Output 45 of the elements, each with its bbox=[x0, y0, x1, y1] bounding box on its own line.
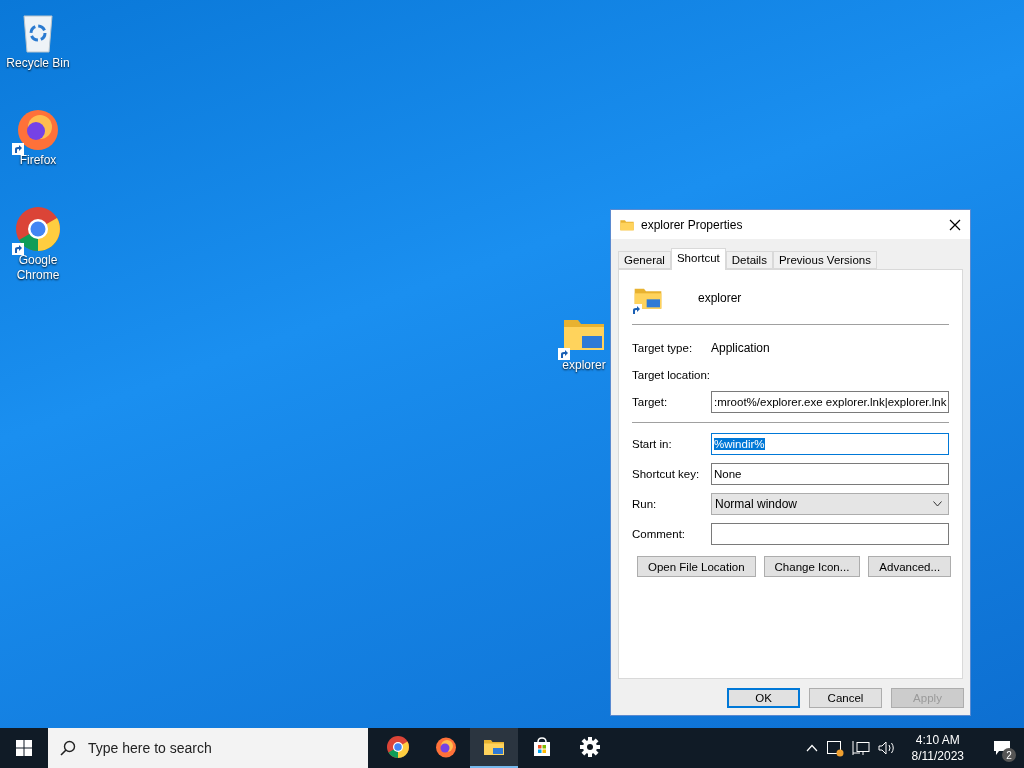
shortcut-arrow-icon bbox=[630, 304, 642, 316]
search-icon bbox=[60, 740, 76, 756]
field-label: Target type: bbox=[632, 342, 694, 354]
network-icon[interactable] bbox=[851, 740, 870, 756]
search-input[interactable]: Type here to search bbox=[86, 739, 368, 757]
desktop-icon-label: explorer bbox=[562, 358, 606, 373]
action-button[interactable]: Advanced... bbox=[868, 556, 952, 577]
field-label: Target location: bbox=[632, 369, 711, 381]
dialog-button[interactable]: OK bbox=[727, 688, 800, 708]
field-value: Application bbox=[711, 341, 770, 355]
tab[interactable]: Previous Versions bbox=[772, 251, 877, 269]
windows-logo-icon bbox=[16, 740, 32, 756]
field-label: Target: bbox=[632, 396, 669, 408]
chrome-icon[interactable] bbox=[386, 735, 410, 759]
desktop-icon-label: Recycle Bin bbox=[6, 56, 70, 71]
tab[interactable]: Details bbox=[725, 251, 773, 269]
action-button[interactable]: Change Icon... bbox=[763, 556, 861, 577]
search-field[interactable]: Type here to search bbox=[48, 728, 368, 768]
input-field[interactable] bbox=[711, 523, 949, 545]
input-field[interactable]: %windir% bbox=[711, 433, 949, 455]
chevron-down-icon bbox=[933, 501, 942, 507]
field-label: Run: bbox=[632, 498, 658, 510]
target-field[interactable]: :mroot%/explorer.exe explorer.lnk|explorer.lnk bbox=[711, 391, 949, 413]
taskbar-app-button[interactable] bbox=[470, 728, 518, 768]
tab[interactable]: General bbox=[618, 251, 671, 269]
desktop-icon-label: Firefox bbox=[19, 153, 57, 168]
dialog-button[interactable]: Cancel bbox=[809, 688, 882, 708]
field-label: Shortcut key: bbox=[632, 468, 701, 480]
speaker-icon[interactable] bbox=[877, 740, 896, 756]
field-label: Start in: bbox=[632, 438, 673, 450]
chevron-up-icon[interactable] bbox=[805, 744, 818, 752]
window-title: explorer Properties bbox=[641, 217, 744, 232]
shortcut-name: explorer bbox=[698, 291, 742, 305]
desktop-icon-label: Google Chrome bbox=[15, 253, 61, 283]
close-icon bbox=[949, 218, 961, 231]
tab[interactable]: Shortcut bbox=[670, 248, 726, 270]
settings-icon[interactable] bbox=[578, 735, 602, 759]
field-label: Comment: bbox=[632, 528, 687, 540]
notification-button[interactable]: 2 bbox=[980, 728, 1024, 768]
action-button[interactable]: Open File Location bbox=[637, 556, 756, 577]
notification-count: 2 bbox=[1002, 748, 1016, 762]
input-field[interactable]: None bbox=[711, 463, 949, 485]
firefox-icon[interactable] bbox=[434, 735, 458, 759]
run-dropdown[interactable]: Normal window bbox=[711, 493, 949, 515]
clock[interactable]: 4:10 AM 8/11/2023 bbox=[903, 732, 972, 764]
